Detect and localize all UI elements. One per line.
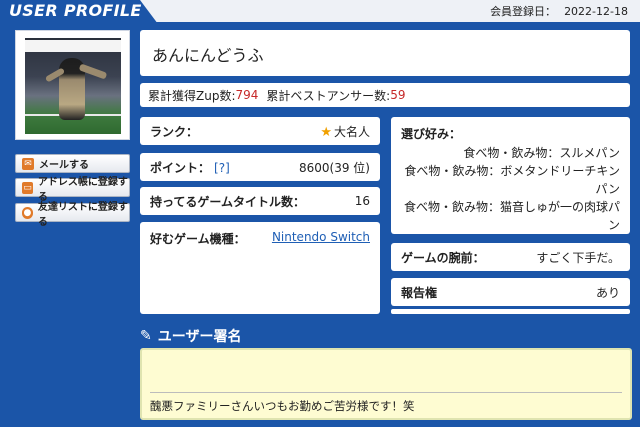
add-friend-label: 友達リストに登録する xyxy=(37,201,128,228)
divider xyxy=(391,309,630,314)
skill-row: ゲームの腕前： すごく下手だ。 xyxy=(391,243,630,271)
titles-value: 16 xyxy=(354,194,370,208)
add-address-book-button[interactable]: ▭ アドレス帳に登録する xyxy=(15,177,130,203)
favorite-item: ン xyxy=(607,218,620,232)
avatar-frame xyxy=(15,30,130,140)
report-label: 報告権 xyxy=(401,285,438,300)
platform-label: 好むゲーム機種： xyxy=(150,232,246,246)
favorite-item: 食べ物・飲み物：ボメタンドリーチキン xyxy=(404,164,620,178)
username-box: あんにんどうふ xyxy=(140,30,630,76)
titles-label: 持ってるゲームタイトル数： xyxy=(150,194,306,209)
favorite-item: パン xyxy=(595,182,620,196)
add-friend-button[interactable]: ● 友達リストに登録する xyxy=(15,202,130,228)
page-title: USER PROFILE xyxy=(9,1,142,20)
zup-label: 累計獲得Zup数: xyxy=(148,88,236,103)
report-row: 報告権 あり xyxy=(391,278,630,306)
best-answer-label: 累計ベストアンサー数: xyxy=(266,88,391,103)
platform-link[interactable]: Nintendo Switch xyxy=(272,230,370,244)
skill-value: すごく下手だ。 xyxy=(536,250,620,265)
report-value: あり xyxy=(595,285,620,300)
signature-rule xyxy=(150,392,622,393)
registration-label: 会員登録日： xyxy=(490,5,557,18)
points-value: 8600(39 位) xyxy=(299,160,370,175)
signature-title: ユーザー署名 xyxy=(157,329,242,345)
favorite-item: 食べ物・飲み物：スルメパン xyxy=(463,146,620,160)
rank-label: ランク： xyxy=(150,124,199,139)
registration-date: 会員登録日： 2022-12-18 xyxy=(490,3,628,19)
rank-value: 大名人 xyxy=(333,124,370,139)
best-answer-value: 59 xyxy=(390,88,406,102)
skill-label: ゲームの腕前： xyxy=(401,250,485,265)
stats-box: 累計獲得Zup数: 794 累計ベストアンサー数: 59 xyxy=(140,83,630,107)
send-mail-label: メールする xyxy=(39,160,89,171)
username: あんにんどうふ xyxy=(152,46,264,65)
profile-tab: USER PROFILE xyxy=(0,0,158,24)
favorites-label: 選び好み： xyxy=(401,127,462,141)
signature-text: 醜悪ファミリーさんいつもお勤めご苦労様です！笑 xyxy=(150,399,415,413)
pen-icon: ✎ xyxy=(140,328,152,344)
signature-heading: ✎ ユーザー署名 xyxy=(140,326,241,346)
titles-row: 持ってるゲームタイトル数： 16 xyxy=(140,187,380,215)
points-help-link[interactable]: [?] xyxy=(214,161,230,175)
favorite-item: 食べ物・飲み物：猫音しゅが一の肉球パ xyxy=(403,200,620,214)
registration-value: 2022-12-18 xyxy=(564,5,628,18)
points-row: ポイント： [?] 8600(39 位) xyxy=(140,153,380,181)
points-label: ポイント： xyxy=(150,160,211,175)
zup-value: 794 xyxy=(235,88,259,102)
avatar xyxy=(25,38,121,134)
send-mail-button[interactable]: ✉ メールする xyxy=(15,154,130,173)
signature-box: 醜悪ファミリーさんいつもお勤めご苦労様です！笑 xyxy=(140,348,632,420)
computer-icon: ▭ xyxy=(22,181,33,194)
favorites-box: 選び好み： 食べ物・飲み物：スルメパン 食べ物・飲み物：ボメタンドリーチキン パ… xyxy=(391,117,630,234)
rank-row: ランク： ★ 大名人 xyxy=(140,117,380,145)
mail-icon: ✉ xyxy=(22,157,34,170)
platform-box: 好むゲーム機種： Nintendo Switch xyxy=(140,222,380,314)
star-icon: ★ xyxy=(320,124,332,140)
user-icon: ● xyxy=(22,206,33,219)
